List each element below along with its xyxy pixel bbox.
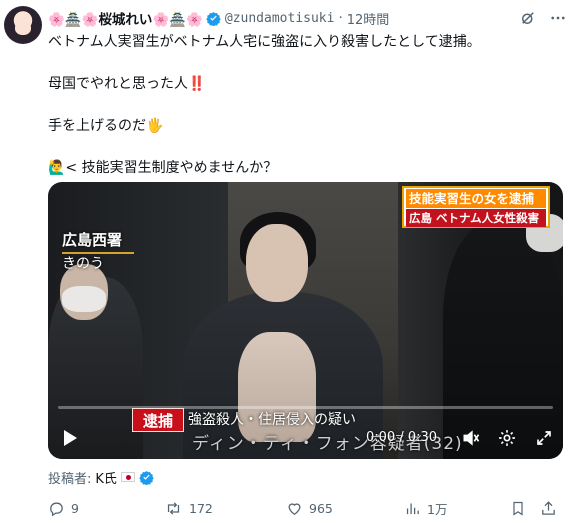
video-player[interactable]: 広島西署 きのう 技能実習生の女を逮捕 広島 ベトナム人女性殺害 逮捕 強盗殺人… bbox=[48, 182, 563, 459]
share-icon bbox=[542, 500, 555, 515]
reply-button[interactable]: 9 bbox=[48, 498, 79, 518]
poster-name[interactable]: K氏 bbox=[95, 468, 117, 487]
separator: · bbox=[338, 10, 343, 26]
reply-icon bbox=[50, 502, 63, 516]
video-caption-charge: 強盗殺人・住居侵入の疑い bbox=[188, 412, 356, 428]
avatar[interactable] bbox=[4, 6, 42, 44]
play-icon[interactable] bbox=[60, 428, 80, 448]
tweet: 🌸🏯🌸桜城れい🌸🏯🌸 @zundamotisuki · 12時間 ベトナム人実習… bbox=[0, 0, 572, 523]
news-headline-2: 広島 ベトナム人女性殺害 bbox=[406, 209, 546, 227]
fullscreen-icon[interactable] bbox=[534, 428, 554, 448]
poster-credit: 投稿者: K氏 bbox=[48, 468, 158, 487]
verified-badge-icon bbox=[139, 470, 154, 485]
more-icon[interactable] bbox=[548, 8, 568, 28]
grok-icon[interactable] bbox=[518, 8, 538, 28]
action-bar: 9 172 965 1万 bbox=[48, 498, 568, 518]
tweet-line: 🙋‍♂️< 技能実習生制度やめませんか？ bbox=[48, 160, 278, 176]
japan-flag-icon bbox=[120, 472, 135, 482]
display-name[interactable]: 🌸🏯🌸桜城れい🌸🏯🌸 bbox=[48, 8, 203, 28]
views-button[interactable]: 1万 bbox=[404, 498, 447, 518]
news-headline-1: 技能実習生の女を逮捕 bbox=[406, 189, 546, 208]
gear-icon[interactable] bbox=[496, 427, 518, 449]
tweet-line: 母国でやれと思った人‼️ bbox=[48, 76, 206, 92]
view-count: 1万 bbox=[427, 501, 448, 517]
video-face-center bbox=[246, 224, 308, 302]
like-button[interactable]: 965 bbox=[286, 498, 333, 518]
video-timecode: 0:00 / 0:30 bbox=[366, 430, 438, 445]
reply-count: 9 bbox=[71, 500, 79, 516]
display-name-prefix: 🌸🏯🌸 bbox=[48, 12, 99, 28]
share-button[interactable] bbox=[540, 498, 563, 518]
poster-label: 投稿者: bbox=[48, 471, 92, 487]
tweet-header: 🌸🏯🌸桜城れい🌸🏯🌸 @zundamotisuki · 12時間 bbox=[48, 8, 389, 28]
repost-icon bbox=[167, 501, 180, 515]
video-location-sub: きのう bbox=[62, 256, 104, 272]
bookmark-button[interactable] bbox=[510, 498, 532, 518]
video-location-underline bbox=[62, 252, 134, 254]
views-icon bbox=[406, 503, 419, 514]
timestamp[interactable]: 12時間 bbox=[347, 9, 390, 28]
display-name-text: 桜城れい bbox=[98, 12, 153, 28]
repost-count: 172 bbox=[189, 500, 213, 516]
tweet-line: 手を上げるのだ🖐 bbox=[48, 118, 164, 134]
video-location-title: 広島西署 bbox=[62, 231, 123, 249]
arrest-tag: 逮捕 bbox=[132, 408, 184, 432]
repost-button[interactable]: 172 bbox=[164, 498, 213, 518]
video-mask-left bbox=[62, 286, 106, 312]
volume-icon[interactable] bbox=[460, 427, 482, 449]
video-person-right bbox=[443, 222, 563, 459]
heart-icon bbox=[288, 502, 301, 515]
tweet-text: ベトナム人実習生がベトナム人宅に強盗に入り殺害したとして逮捕。 母国でやれと思っ… bbox=[48, 32, 563, 178]
verified-badge-icon bbox=[206, 11, 221, 26]
news-headline-box: 技能実習生の女を逮捕 広島 ベトナム人女性殺害 bbox=[402, 186, 550, 228]
display-name-suffix: 🌸🏯🌸 bbox=[152, 12, 203, 28]
bookmark-icon bbox=[513, 501, 523, 516]
handle[interactable]: @zundamotisuki bbox=[225, 11, 335, 26]
tweet-line: ベトナム人実習生がベトナム人宅に強盗に入り殺害したとして逮捕。 bbox=[48, 34, 481, 50]
like-count: 965 bbox=[309, 500, 333, 516]
